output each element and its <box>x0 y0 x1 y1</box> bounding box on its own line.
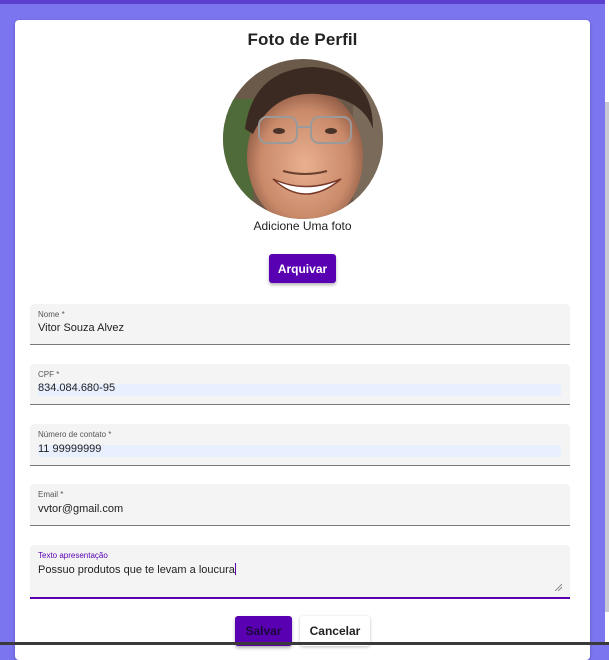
avatar-caption: Adicione Uma foto <box>253 219 352 233</box>
cpf-field[interactable]: CPF * 834.084.680-95 <box>30 364 570 405</box>
text-caret <box>234 563 236 575</box>
upload-photo-button[interactable]: Arquivar <box>269 254 336 283</box>
scrollbar-thumb[interactable] <box>605 102 609 612</box>
email-input[interactable]: vvtor@gmail.com <box>38 503 123 515</box>
contato-label: Número de contato * <box>38 430 112 439</box>
profile-form-card: Foto de Perfil Adicione Uma foto Arquiva… <box>15 20 590 660</box>
scrollbar[interactable] <box>605 0 609 645</box>
nome-input[interactable]: Vitor Souza Alvez <box>38 322 124 334</box>
avatar[interactable] <box>223 59 383 219</box>
page-title: Foto de Perfil <box>247 30 358 49</box>
contato-field[interactable]: Número de contato * 11 99999999 <box>30 424 570 466</box>
top-bar <box>0 0 609 4</box>
cpf-autofill-highlight <box>38 384 561 396</box>
apresentacao-field[interactable]: Texto apresentação Possuo produtos que t… <box>30 545 570 599</box>
resize-grip-icon[interactable] <box>554 583 562 591</box>
contato-input[interactable]: 11 99999999 <box>38 443 101 455</box>
apresentacao-text: Possuo produtos que te levam a loucura <box>38 564 235 576</box>
cpf-input[interactable]: 834.084.680-95 <box>38 382 115 394</box>
contato-autofill-highlight <box>38 445 561 457</box>
email-field[interactable]: Email * vvtor@gmail.com <box>30 484 570 526</box>
apresentacao-label: Texto apresentação <box>38 551 108 560</box>
nome-field[interactable]: Nome * Vitor Souza Alvez <box>30 304 570 345</box>
cpf-label: CPF * <box>38 370 60 379</box>
email-label: Email * <box>38 490 64 499</box>
avatar-photo <box>223 59 383 219</box>
nome-label: Nome * <box>38 310 65 319</box>
apresentacao-textarea[interactable]: Possuo produtos que te levam a loucura <box>38 563 236 576</box>
